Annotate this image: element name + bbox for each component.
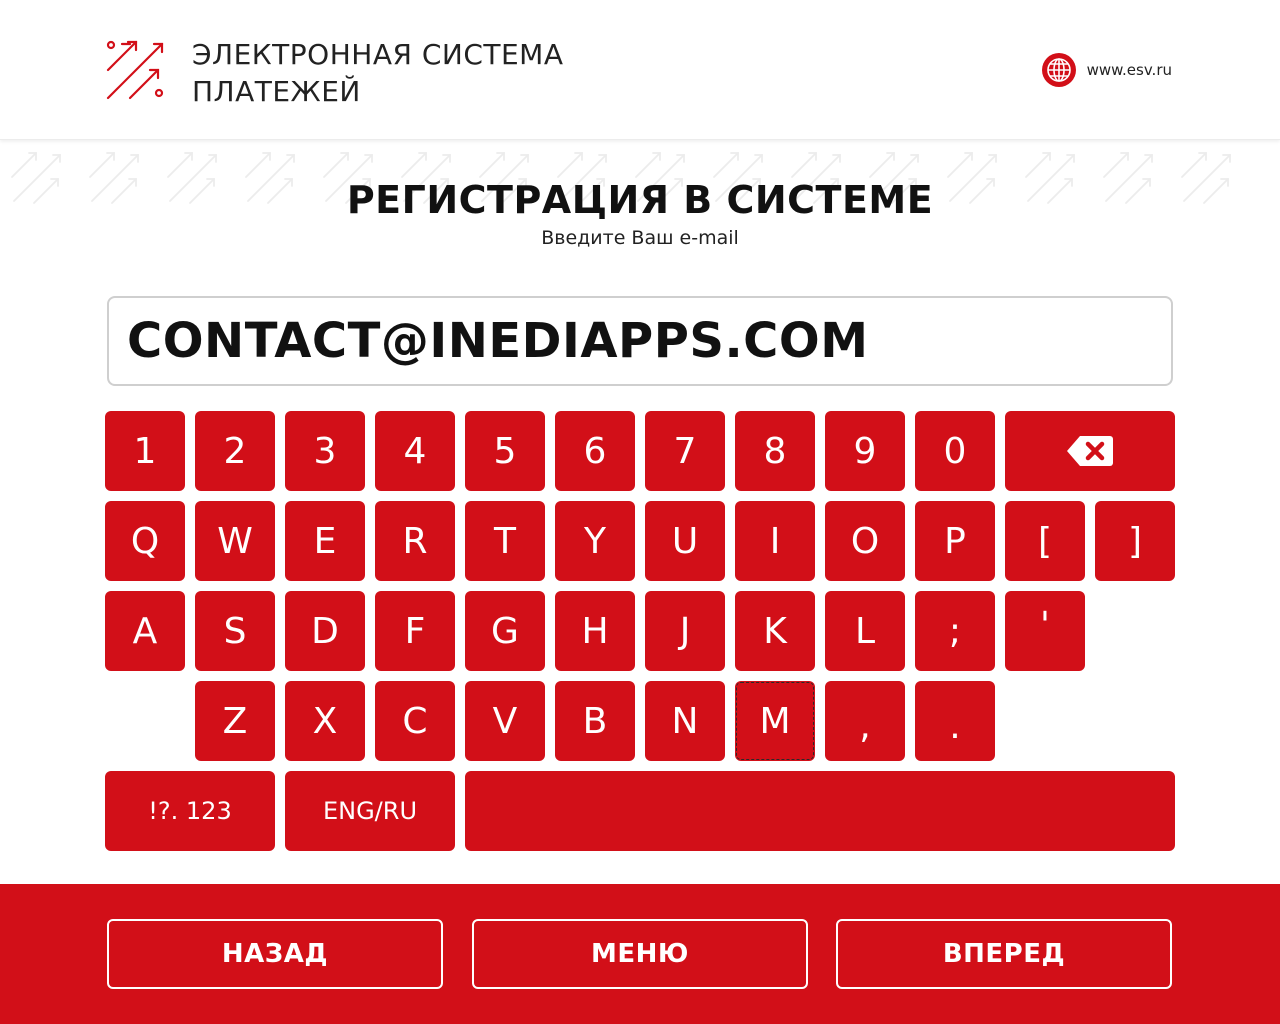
page-title: РЕГИСТРАЦИЯ В СИСТЕМЕ <box>346 178 934 222</box>
email-field[interactable]: CONTACT@INEDIAPPS.COM <box>107 296 1173 386</box>
logo-line-1: ЭЛЕКТРОННАЯ СИСТЕМА <box>192 38 564 71</box>
key-1[interactable]: 1 <box>105 411 185 491</box>
key-f[interactable]: F <box>375 591 455 671</box>
backspace-icon <box>1067 436 1113 466</box>
key-6[interactable]: 6 <box>555 411 635 491</box>
key-z[interactable]: Z <box>195 681 275 761</box>
key-5[interactable]: 5 <box>465 411 545 491</box>
key-s[interactable]: S <box>195 591 275 671</box>
email-value: CONTACT@INEDIAPPS.COM <box>127 313 869 369</box>
key-a[interactable]: A <box>105 591 185 671</box>
key-g[interactable]: G <box>465 591 545 671</box>
key-b[interactable]: B <box>555 681 635 761</box>
menu-button[interactable]: МЕНЮ <box>472 919 808 989</box>
site-url[interactable]: www.esv.ru <box>1087 61 1172 79</box>
back-button[interactable]: НАЗАД <box>107 919 443 989</box>
key-v[interactable]: V <box>465 681 545 761</box>
key-o[interactable]: O <box>825 501 905 581</box>
language-switch-key[interactable]: ENG/RU <box>285 771 455 851</box>
key-3[interactable]: 3 <box>285 411 365 491</box>
key-l[interactable]: L <box>825 591 905 671</box>
key-y[interactable]: Y <box>555 501 635 581</box>
key-7[interactable]: 7 <box>645 411 725 491</box>
space-key[interactable] <box>465 771 1175 851</box>
website-link[interactable]: www.esv.ru <box>1041 52 1172 88</box>
key-q[interactable]: Q <box>105 501 185 581</box>
key-4[interactable]: 4 <box>375 411 455 491</box>
key-h[interactable]: H <box>555 591 635 671</box>
key-0[interactable]: 0 <box>915 411 995 491</box>
key-close-bracket[interactable]: ] <box>1095 501 1175 581</box>
key-2[interactable]: 2 <box>195 411 275 491</box>
globe-icon <box>1041 53 1076 87</box>
logo-arrows-icon <box>106 40 164 100</box>
key-i[interactable]: I <box>735 501 815 581</box>
symbols-key[interactable]: !?. 123 <box>105 771 275 851</box>
key-apostrophe[interactable]: ' <box>1005 591 1085 671</box>
key-e[interactable]: E <box>285 501 365 581</box>
key-u[interactable]: U <box>645 501 725 581</box>
key-c[interactable]: C <box>375 681 455 761</box>
key-m[interactable]: M <box>735 681 815 761</box>
header: ЭЛЕКТРОННАЯ СИСТЕМА ПЛАТЕЖЕЙ www.esv.ru <box>0 0 1280 140</box>
key-comma[interactable]: , <box>825 681 905 761</box>
backspace-key[interactable] <box>1005 411 1175 491</box>
key-r[interactable]: R <box>375 501 455 581</box>
logo-text: ЭЛЕКТРОННАЯ СИСТЕМА ПЛАТЕЖЕЙ <box>192 36 563 110</box>
logo-line-2: ПЛАТЕЖЕЙ <box>192 75 361 108</box>
footer-nav: НАЗАД МЕНЮ ВПЕРЕД <box>0 884 1280 1024</box>
key-t[interactable]: T <box>465 501 545 581</box>
key-9[interactable]: 9 <box>825 411 905 491</box>
key-w[interactable]: W <box>195 501 275 581</box>
key-n[interactable]: N <box>645 681 725 761</box>
key-open-bracket[interactable]: [ <box>1005 501 1085 581</box>
page-subtitle: Введите Ваш e-mail <box>541 227 739 249</box>
forward-button[interactable]: ВПЕРЕД <box>836 919 1172 989</box>
key-p[interactable]: P <box>915 501 995 581</box>
key-j[interactable]: J <box>645 591 725 671</box>
key-semicolon[interactable]: ; <box>915 591 995 671</box>
key-k[interactable]: K <box>735 591 815 671</box>
key-x[interactable]: X <box>285 681 365 761</box>
key-period[interactable]: . <box>915 681 995 761</box>
key-d[interactable]: D <box>285 591 365 671</box>
key-8[interactable]: 8 <box>735 411 815 491</box>
